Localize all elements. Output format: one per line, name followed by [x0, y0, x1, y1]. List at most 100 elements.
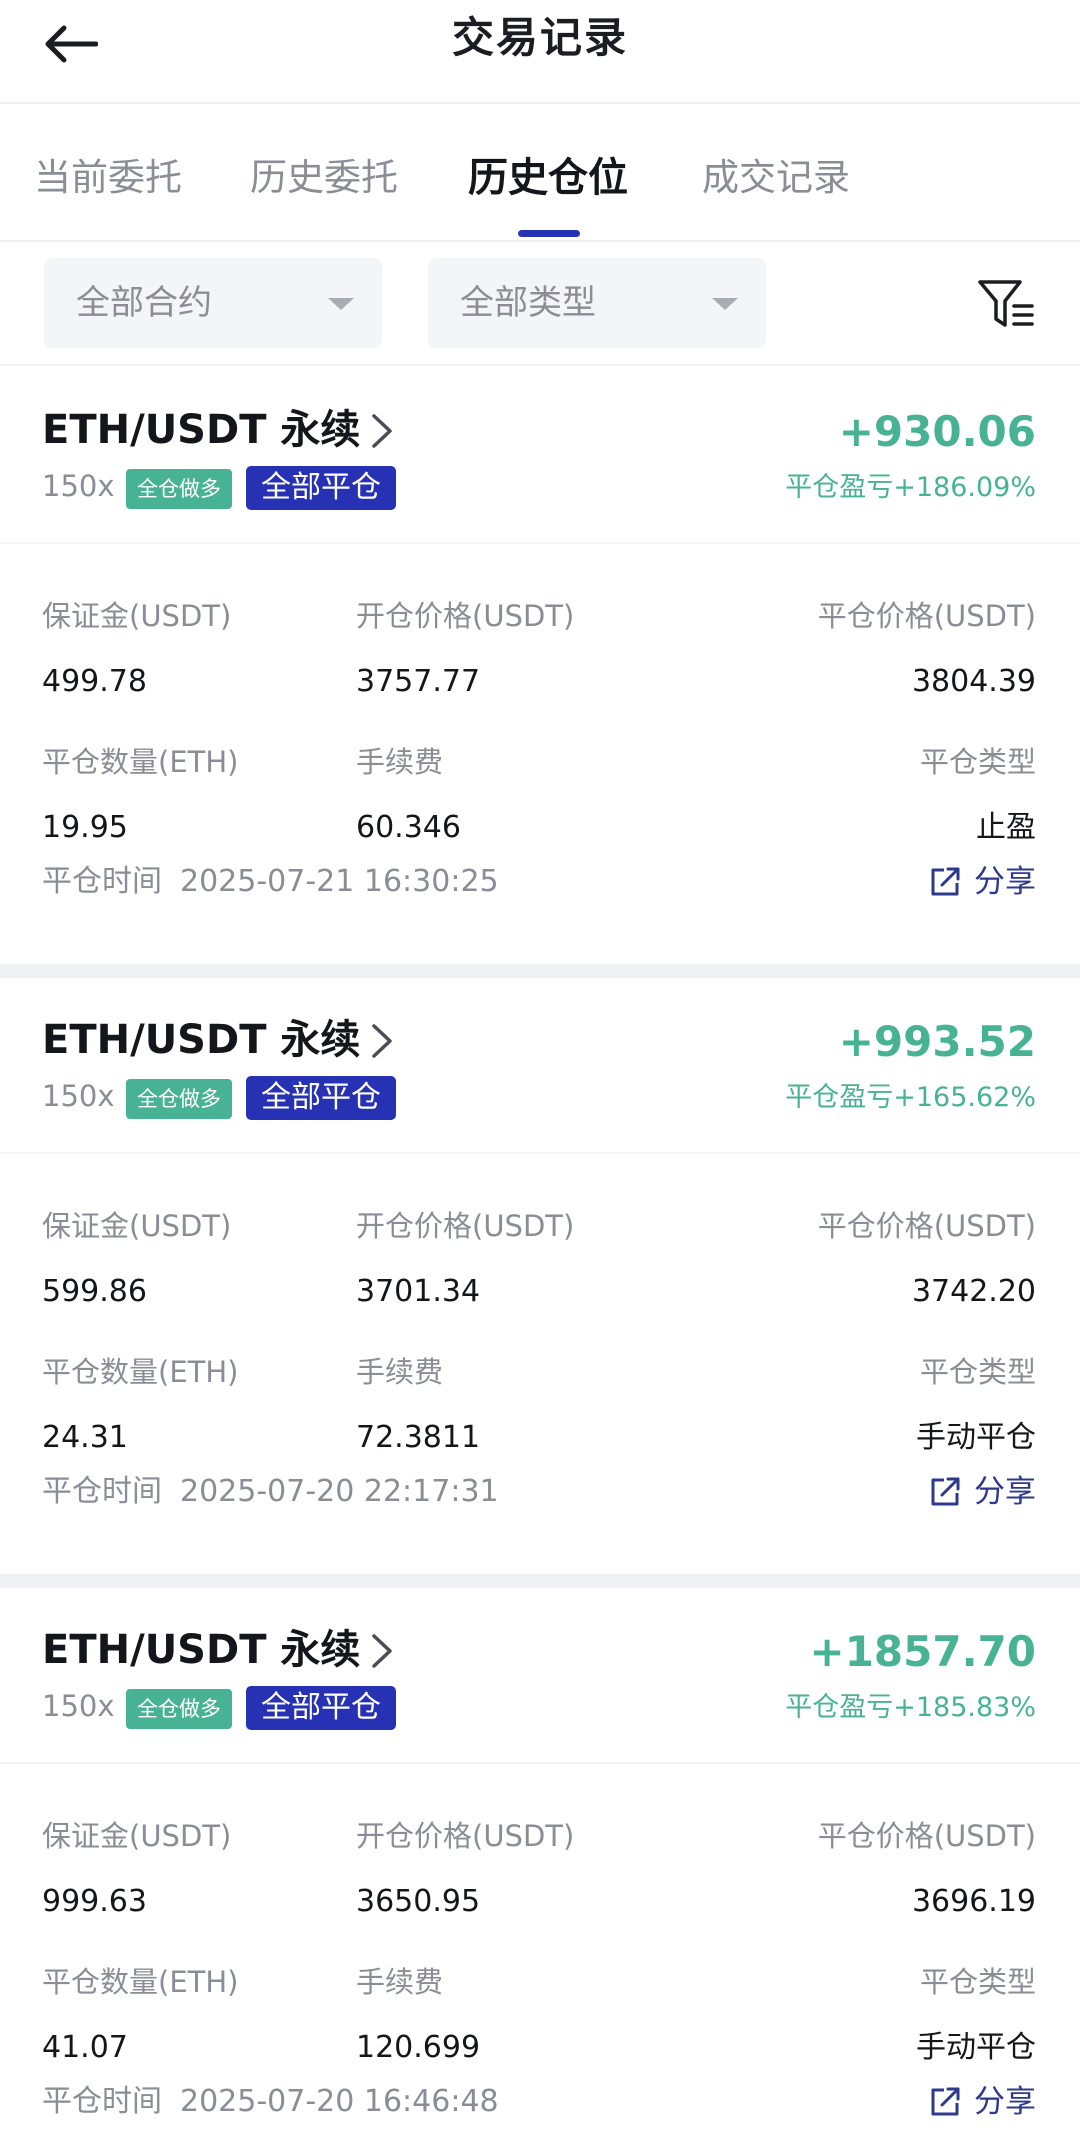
type-filter-label: 全部类型 [460, 283, 596, 323]
realized-pnl: +930.06 [838, 407, 1036, 456]
tab-bar: 当前委托 历史委托 历史仓位 成交记录 [0, 104, 1080, 242]
tab-trade-history[interactable]: 成交记录 [702, 148, 850, 208]
position-card-header[interactable]: ETH/USDT 永续 150x 全仓做多 全部平仓 +1857.70 平仓盈亏… [0, 1588, 1080, 1764]
open-price-value: 3650.95 [356, 1884, 481, 1919]
realized-pnl: +993.52 [838, 1017, 1036, 1066]
leverage-label: 150x [42, 469, 115, 503]
filter-list-icon [978, 280, 1034, 327]
open-price-value: 3701.34 [356, 1274, 481, 1309]
filter-button[interactable] [976, 276, 1036, 332]
type-filter-dropdown[interactable]: 全部类型 [428, 258, 766, 348]
margin-value: 599.86 [42, 1274, 147, 1309]
close-time: 平仓时间 2025-07-20 16:46:48 [42, 2080, 517, 2124]
share-external-icon [931, 2087, 960, 2116]
leverage-label: 150x [42, 1079, 115, 1113]
close-price-value: 3804.39 [911, 664, 1036, 699]
contract-pair: ETH/USDT 永续 [42, 1627, 361, 1673]
share-button[interactable]: 分享 [928, 2078, 1036, 2126]
margin-value: 999.63 [42, 1884, 147, 1919]
close-qty-value: 19.95 [42, 810, 128, 845]
close-type-value: 手动平仓 [916, 2030, 1036, 2065]
margin-value: 499.78 [42, 664, 147, 699]
pnl-rate: 平仓盈亏+165.62% [785, 1082, 1036, 1113]
close-qty-value: 41.07 [42, 2030, 128, 2065]
close-time-label: 平仓时间 [42, 2084, 162, 2119]
fee-label: 手续费 [356, 1355, 444, 1389]
contract-pair: ETH/USDT 永续 [42, 1017, 361, 1063]
realized-pnl: +1857.70 [809, 1627, 1037, 1676]
close-price-value: 3696.19 [911, 1884, 1036, 1919]
share-external-icon [931, 1477, 960, 1506]
close-price-label: 平仓价格(USDT) [817, 599, 1036, 633]
close-price-label: 平仓价格(USDT) [817, 1819, 1036, 1853]
card-separator [0, 964, 1080, 978]
close-type-label: 平仓类型 [919, 745, 1036, 779]
caret-down-icon [328, 298, 354, 310]
caret-down-icon [712, 298, 738, 310]
close-qty-label: 平仓数量(ETH) [42, 1355, 239, 1389]
close-qty-value: 24.31 [42, 1420, 128, 1455]
close-time-value: 2025-07-21 16:30:25 [180, 864, 499, 899]
contract-pair: ETH/USDT 永续 [42, 407, 361, 453]
page-title: 交易记录 [451, 13, 628, 62]
chevron-right-icon[interactable] [368, 412, 396, 450]
share-external-icon [931, 867, 960, 896]
position-card: ETH/USDT 永续 150x 全仓做多 全部平仓 +993.52 平仓盈亏+… [0, 978, 1080, 1574]
open-price-label: 开仓价格(USDT) [356, 1209, 575, 1243]
app-header: 交易记录 [0, 0, 1080, 104]
margin-label: 保证金(USDT) [42, 1209, 232, 1243]
fee-label: 手续费 [356, 745, 444, 779]
close-qty-label: 平仓数量(ETH) [42, 1965, 239, 1999]
close-status-badge: 全部平仓 [246, 466, 396, 510]
margin-label: 保证金(USDT) [42, 1819, 232, 1853]
card-separator [0, 1574, 1080, 1588]
close-status-badge: 全部平仓 [246, 1686, 396, 1730]
pnl-rate: 平仓盈亏+186.09% [785, 472, 1036, 503]
close-time-label: 平仓时间 [42, 864, 162, 899]
close-price-label: 平仓价格(USDT) [817, 1209, 1036, 1243]
open-price-label: 开仓价格(USDT) [356, 1819, 575, 1853]
close-type-label: 平仓类型 [919, 1355, 1036, 1389]
share-label: 分享 [974, 2084, 1036, 2120]
position-card-header[interactable]: ETH/USDT 永续 150x 全仓做多 全部平仓 +993.52 平仓盈亏+… [0, 978, 1080, 1154]
chevron-right-icon[interactable] [368, 1632, 396, 1670]
chevron-right-icon[interactable] [368, 1022, 396, 1060]
contract-filter-dropdown[interactable]: 全部合约 [44, 258, 382, 348]
close-qty-label: 平仓数量(ETH) [42, 745, 239, 779]
fee-value: 72.3811 [356, 1420, 481, 1455]
close-status-badge: 全部平仓 [246, 1076, 396, 1120]
close-time: 平仓时间 2025-07-21 16:30:25 [42, 860, 517, 904]
share-button[interactable]: 分享 [928, 1468, 1036, 1516]
close-type-value: 止盈 [976, 810, 1036, 845]
margin-mode-badge: 全仓做多 [126, 1689, 232, 1729]
tab-current-orders[interactable]: 当前委托 [34, 148, 182, 208]
close-type-value: 手动平仓 [916, 1420, 1036, 1455]
share-button[interactable]: 分享 [928, 858, 1036, 906]
share-label: 分享 [974, 1474, 1036, 1510]
margin-mode-badge: 全仓做多 [126, 1079, 232, 1119]
filter-bar: 全部合约 全部类型 [0, 242, 1080, 366]
close-time-label: 平仓时间 [42, 1474, 162, 1509]
position-card-header[interactable]: ETH/USDT 永续 150x 全仓做多 全部平仓 +930.06 平仓盈亏+… [0, 368, 1080, 544]
margin-label: 保证金(USDT) [42, 599, 232, 633]
fee-value: 60.346 [356, 810, 461, 845]
close-price-value: 3742.20 [911, 1274, 1036, 1309]
margin-mode-badge: 全仓做多 [126, 469, 232, 509]
open-price-value: 3757.77 [356, 664, 481, 699]
share-label: 分享 [974, 864, 1036, 900]
tab-order-history[interactable]: 历史委托 [250, 148, 398, 208]
contract-filter-label: 全部合约 [76, 283, 212, 323]
leverage-label: 150x [42, 1689, 115, 1723]
active-tab-indicator [518, 230, 580, 237]
close-time-value: 2025-07-20 22:17:31 [180, 1474, 499, 1509]
pnl-rate: 平仓盈亏+185.83% [785, 1692, 1036, 1723]
close-time: 平仓时间 2025-07-20 22:17:31 [42, 1470, 517, 1514]
position-card: ETH/USDT 永续 150x 全仓做多 全部平仓 +930.06 平仓盈亏+… [0, 368, 1080, 964]
open-price-label: 开仓价格(USDT) [356, 599, 575, 633]
position-card: ETH/USDT 永续 150x 全仓做多 全部平仓 +1857.70 平仓盈亏… [0, 1588, 1080, 2156]
fee-label: 手续费 [356, 1965, 444, 1999]
close-type-label: 平仓类型 [919, 1965, 1036, 1999]
fee-value: 120.699 [356, 2030, 481, 2065]
close-time-value: 2025-07-20 16:46:48 [180, 2084, 499, 2119]
tab-position-history[interactable]: 历史仓位 [468, 148, 628, 208]
